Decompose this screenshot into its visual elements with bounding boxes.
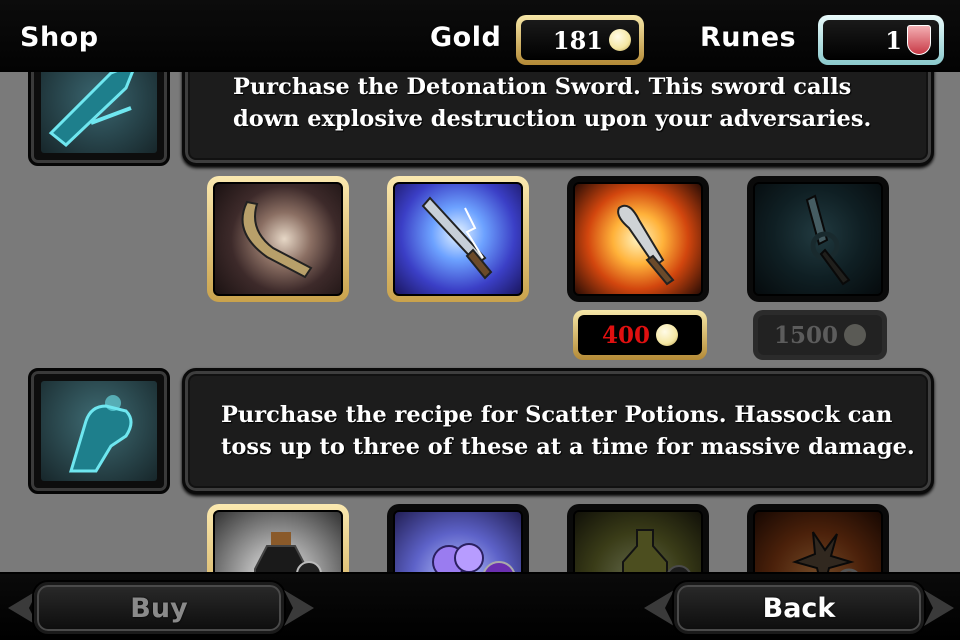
- bottom-bar: Buy Back: [0, 572, 960, 640]
- gold-label: Gold: [430, 22, 502, 53]
- back-button[interactable]: Back: [674, 582, 924, 634]
- item-curved-blade[interactable]: [207, 176, 349, 302]
- gold-coin-icon: [656, 324, 678, 346]
- frost-sword-icon: [805, 194, 851, 286]
- ornament-left-icon: [644, 590, 674, 626]
- item-lightning-sword[interactable]: [387, 176, 529, 302]
- ornament-right-icon: [924, 590, 954, 626]
- section-potion-description-panel: Purchase the recipe for Scatter Potions.…: [182, 368, 934, 494]
- gold-coin-icon: [609, 29, 631, 51]
- section-sword-description: Purchase the Detonation Sword. This swor…: [233, 74, 872, 132]
- page-title: Shop: [20, 22, 99, 53]
- lightning-sword-icon: [421, 196, 493, 280]
- item-explosion-sword[interactable]: [567, 176, 709, 302]
- throwing-hand-icon: [41, 381, 157, 481]
- gold-value: 181: [552, 25, 603, 55]
- price-value: 400: [601, 321, 650, 349]
- rune-shield-icon: [907, 25, 931, 55]
- runes-counter: 1: [818, 15, 944, 65]
- top-bar: Shop Gold 181 Runes 1: [0, 0, 960, 72]
- section-potion-icon-frame: [28, 368, 170, 494]
- explosion-sword-icon: [617, 204, 675, 286]
- section-potion-description: Purchase the recipe for Scatter Potions.…: [221, 402, 915, 460]
- price-value: 1500: [773, 321, 838, 349]
- runes-value: 1: [885, 25, 902, 55]
- gold-coin-icon: [844, 324, 866, 346]
- runes-label: Runes: [700, 22, 797, 53]
- item-frost-sword[interactable]: [747, 176, 889, 302]
- curved-blade-icon: [241, 200, 313, 279]
- buy-button[interactable]: Buy: [34, 582, 284, 634]
- back-button-label: Back: [762, 592, 836, 624]
- buy-button-label: Buy: [130, 592, 188, 624]
- gold-counter: 181: [516, 15, 644, 65]
- price-tag-explosion-sword: 400: [573, 310, 707, 360]
- ornament-right-icon: [284, 590, 314, 626]
- price-tag-frost-sword: 1500: [753, 310, 887, 360]
